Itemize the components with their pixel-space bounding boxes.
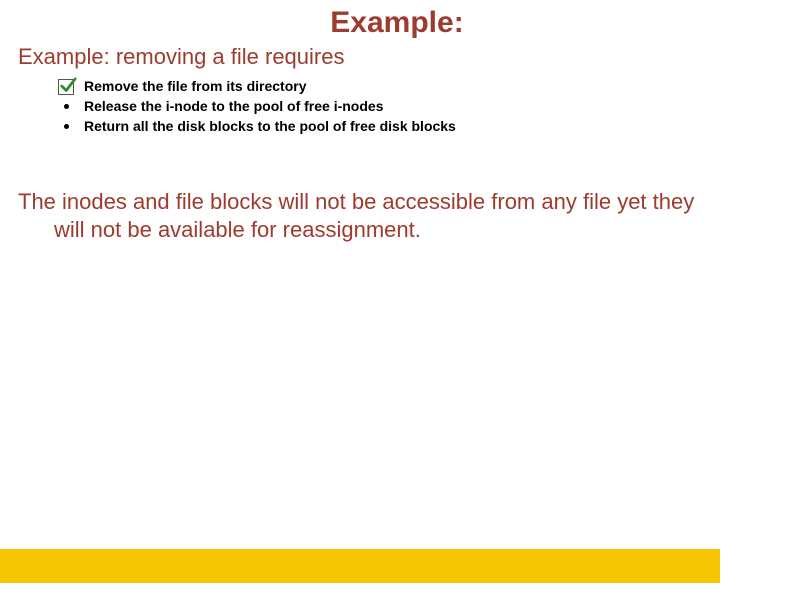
list-item-text: Release the i-node to the pool of free i… [84,96,383,116]
slide-title: Example: [0,6,794,40]
list-item: Remove the file from its directory [58,76,794,96]
paragraph-line: The inodes and file blocks will not be a… [18,189,694,214]
footer-accent-bar [0,549,720,583]
list-item-text: Return all the disk blocks to the pool o… [84,116,456,136]
bullet-list: Remove the file from its directory Relea… [58,76,794,136]
list-item-text: Remove the file from its directory [84,76,307,96]
slide-subheading: Example: removing a file requires [18,44,794,70]
slide: Example: Example: removing a file requir… [0,6,794,595]
bullet-icon [58,96,84,116]
list-item: Release the i-node to the pool of free i… [58,96,794,116]
list-item: Return all the disk blocks to the pool o… [58,116,794,136]
bullet-icon [58,116,84,136]
paragraph-line: will not be available for reassignment. [18,216,778,244]
body-paragraph: The inodes and file blocks will not be a… [18,188,778,243]
checkbox-icon [58,76,84,96]
